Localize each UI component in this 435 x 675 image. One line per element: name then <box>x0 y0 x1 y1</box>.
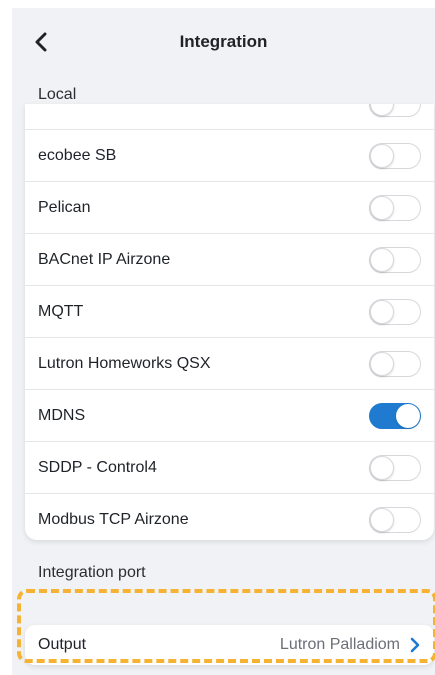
integration-toggle[interactable] <box>369 194 421 221</box>
toggle-knob <box>370 195 394 220</box>
integration-label: Lutron Homeworks QSX <box>38 354 211 372</box>
integration-label: ecobee SB <box>38 146 117 164</box>
integration-screen: Integration Local ecobee SB Pelican BACn… <box>12 8 435 675</box>
output-card: Output Lutron Palladiom <box>25 625 434 665</box>
output-selector[interactable]: Output Lutron Palladiom <box>25 625 434 665</box>
list-item: MQTT <box>25 286 434 338</box>
integration-list: ecobee SB Pelican BACnet IP Airzone MQTT… <box>25 104 434 540</box>
toggle-knob <box>370 104 394 116</box>
integration-label: Pelican <box>38 198 91 216</box>
list-item: BACnet IP Airzone <box>25 234 434 286</box>
list-item: MDNS <box>25 390 434 442</box>
integration-toggle[interactable] <box>369 298 421 325</box>
toggle-knob <box>370 247 394 272</box>
integration-label: MQTT <box>38 302 84 320</box>
list-item: ecobee SB <box>25 130 434 182</box>
header: Integration <box>12 8 435 80</box>
output-value-group: Lutron Palladiom <box>280 636 420 654</box>
section-label-integration-port: Integration port <box>38 564 146 581</box>
toggle-knob <box>396 403 420 428</box>
integration-toggle[interactable] <box>369 350 421 377</box>
integration-label: Modbus TCP Airzone <box>38 511 189 528</box>
list-item: Lutron Homeworks QSX <box>25 338 434 390</box>
integration-toggle[interactable] <box>369 104 421 117</box>
output-label: Output <box>38 636 87 653</box>
toggle-knob <box>370 299 394 324</box>
list-item: Pelican <box>25 182 434 234</box>
toggle-knob <box>370 351 394 376</box>
integration-toggle[interactable] <box>369 142 421 169</box>
toggle-knob <box>370 508 394 532</box>
integration-toggle[interactable] <box>369 454 421 481</box>
integration-toggle[interactable] <box>369 246 421 273</box>
page-title: Integration <box>179 32 268 51</box>
toggle-knob <box>370 143 394 168</box>
integration-toggle[interactable] <box>369 507 421 533</box>
integration-toggle[interactable] <box>369 402 421 429</box>
list-item: Modbus TCP Airzone <box>25 494 434 540</box>
section-label-local: Local <box>38 86 77 103</box>
chevron-right-icon <box>410 637 420 653</box>
integration-label: SDDP - Control4 <box>38 458 157 476</box>
list-item: SDDP - Control4 <box>25 442 434 494</box>
output-value: Lutron Palladiom <box>279 636 400 653</box>
integration-label: BACnet IP Airzone <box>38 250 171 268</box>
toggle-knob <box>370 455 394 480</box>
list-item <box>25 104 434 130</box>
integration-label: MDNS <box>38 406 86 424</box>
